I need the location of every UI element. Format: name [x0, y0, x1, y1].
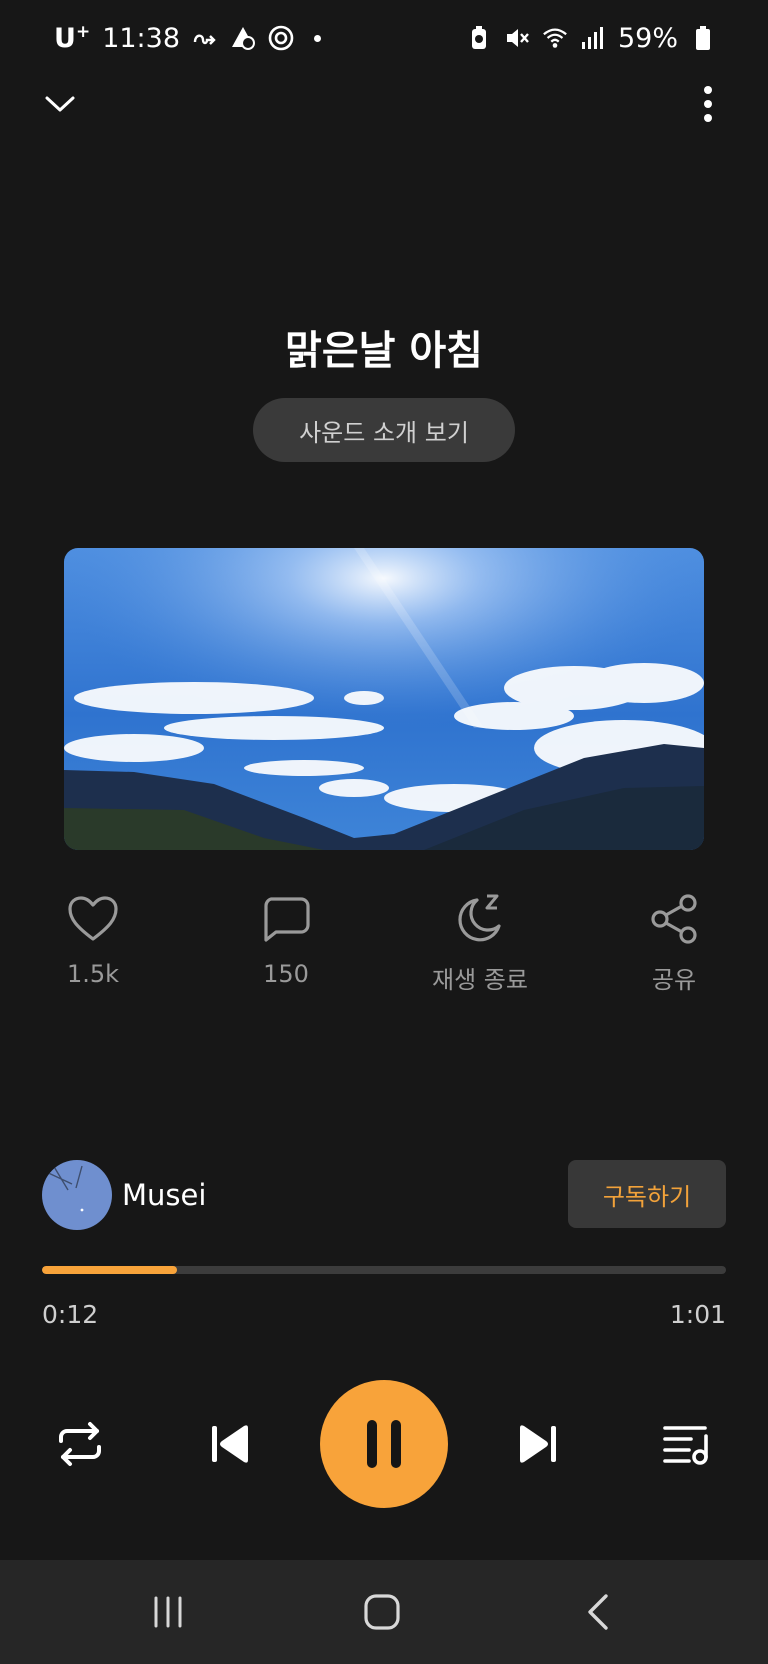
recent-apps-icon	[154, 1596, 182, 1628]
sleep-timer-button[interactable]: 재생 종료	[405, 892, 555, 1002]
status-bar: U+ 11:38 59%	[0, 0, 768, 76]
previous-button[interactable]	[200, 1414, 260, 1474]
skip-next-icon	[520, 1425, 556, 1463]
more-vertical-icon	[704, 86, 712, 122]
total-duration: 1:01	[669, 1300, 726, 1329]
home-button[interactable]	[352, 1582, 412, 1642]
sky-mountain-image	[64, 548, 704, 850]
channel-name: Musei	[122, 1178, 207, 1212]
more-notifications-dot	[314, 34, 321, 42]
avatar	[42, 1160, 112, 1230]
pause-icon	[367, 1420, 401, 1468]
call-forward-icon	[192, 25, 218, 51]
subscribe-button[interactable]: 구독하기	[568, 1160, 726, 1228]
more-options-button[interactable]	[678, 74, 738, 134]
recent-apps-button[interactable]	[138, 1582, 198, 1642]
battery-saver-icon	[466, 25, 492, 51]
progress-fill	[42, 1266, 177, 1274]
sleep-timer-label: 재생 종료	[432, 966, 528, 994]
share-icon	[651, 894, 697, 944]
track-artwork	[64, 548, 704, 850]
channel-info[interactable]: Musei	[42, 1160, 206, 1230]
heart-icon	[68, 896, 118, 941]
repeat-button[interactable]	[50, 1414, 110, 1474]
skip-previous-icon	[212, 1425, 248, 1463]
repeat-icon	[59, 1422, 101, 1466]
next-button[interactable]	[508, 1414, 568, 1474]
playlist-icon	[663, 1426, 708, 1465]
like-count: 1.5k	[66, 960, 120, 988]
settings-notification-icon	[268, 25, 294, 51]
home-icon	[364, 1594, 400, 1630]
share-label: 공유	[651, 966, 697, 994]
player-screen: U+ 11:38 59% 맑은날 아침 사운드 소개 보기 1.5k 150 재…	[0, 0, 768, 1664]
comments-button[interactable]: 150	[211, 892, 361, 1002]
system-nav-bar	[0, 1560, 768, 1664]
battery-icon	[690, 25, 716, 51]
battery-percent: 59%	[617, 22, 678, 54]
carrier-label: U+	[54, 22, 91, 54]
app-notification-icon	[230, 25, 256, 51]
pause-button[interactable]	[320, 1380, 448, 1508]
like-button[interactable]: 1.5k	[18, 892, 168, 1002]
sleep-timer-icon	[458, 894, 501, 942]
action-row: 1.5k 150 재생 종료 공유	[0, 892, 768, 1002]
mute-icon	[504, 25, 530, 51]
comment-count: 150	[263, 960, 309, 988]
share-button[interactable]: 공유	[599, 892, 749, 1002]
signal-icon	[580, 25, 606, 51]
status-bar-left: U+ 11:38	[54, 22, 321, 54]
back-icon	[588, 1594, 608, 1630]
playback-controls	[0, 1380, 768, 1510]
playlist-button[interactable]	[656, 1414, 716, 1474]
track-title: 맑은날 아침	[285, 328, 483, 374]
collapse-button[interactable]	[30, 74, 90, 134]
elapsed-time: 0:12	[42, 1300, 99, 1329]
clock: 11:38	[102, 22, 180, 54]
wifi-icon	[542, 25, 568, 51]
chevron-down-icon	[45, 96, 75, 112]
progress-bar[interactable]	[42, 1266, 726, 1274]
sound-intro-button[interactable]: 사운드 소개 보기	[253, 398, 515, 462]
status-bar-right: 59%	[466, 23, 716, 54]
comment-icon	[264, 897, 310, 942]
back-button[interactable]	[568, 1582, 628, 1642]
